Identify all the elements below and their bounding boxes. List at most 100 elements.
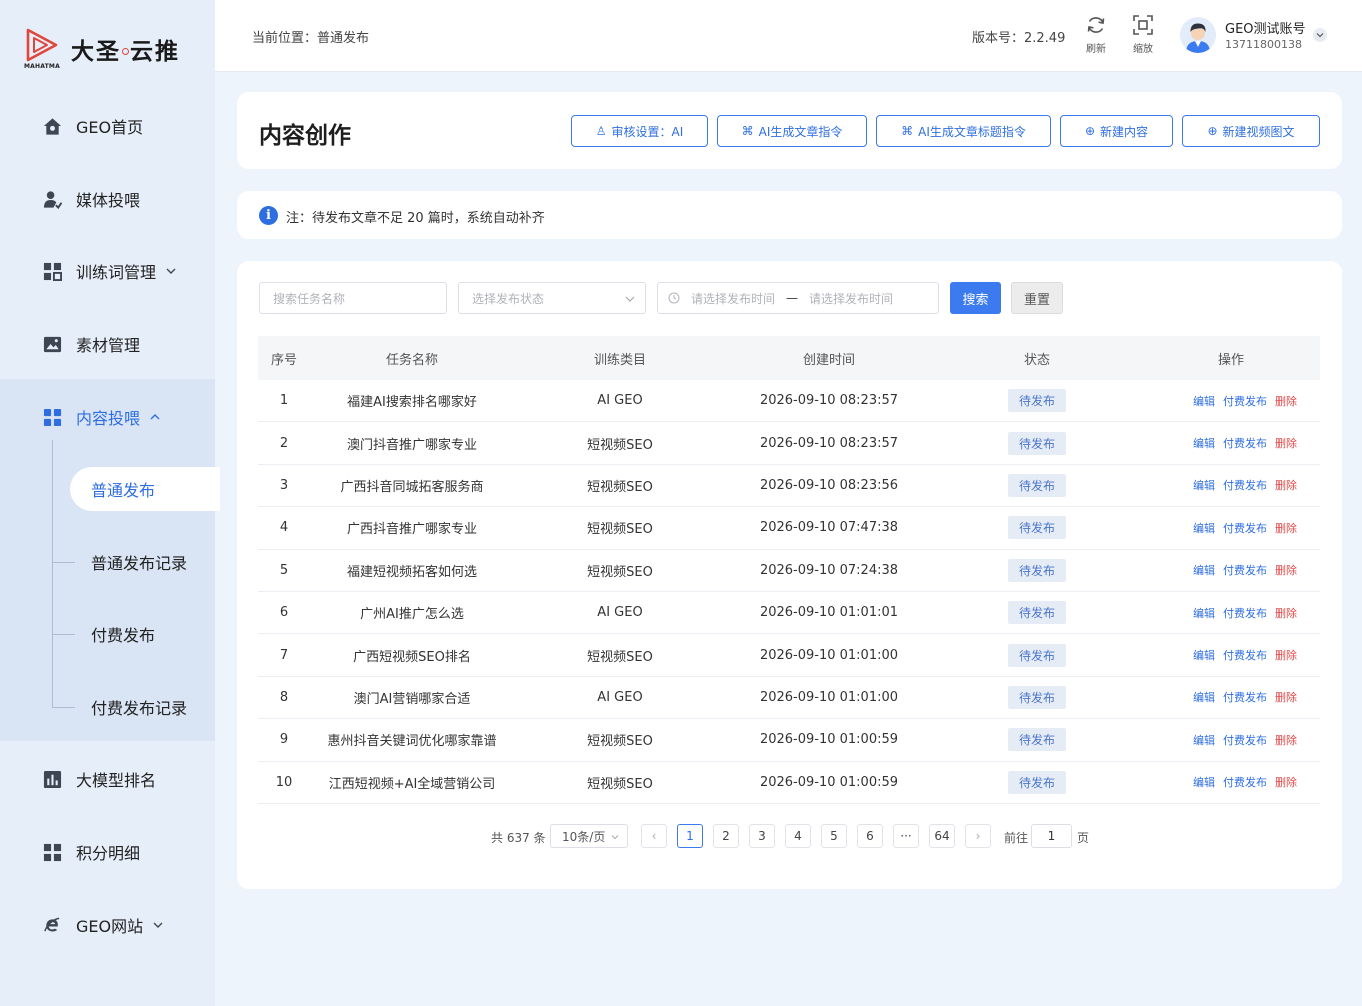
edit-link[interactable]: 编辑 [1193, 776, 1215, 789]
status-cell: 待发布 [932, 643, 1142, 667]
user-menu-toggle[interactable] [1313, 28, 1327, 42]
status-cell: 待发布 [932, 473, 1142, 497]
delete-link[interactable]: 删除 [1275, 437, 1297, 450]
paid-publish-link[interactable]: 付费发布 [1223, 437, 1267, 450]
prev-page-button[interactable]: ‹ [641, 824, 667, 848]
page-ellipsis-button[interactable]: ··· [893, 824, 919, 848]
ai-article-prompt-button[interactable]: ⌘ AI生成文章指令 [717, 115, 867, 147]
page-button[interactable]: 2 [713, 824, 739, 848]
page-button[interactable]: 64 [929, 824, 955, 848]
image-icon [43, 335, 62, 354]
edit-link[interactable]: 编辑 [1193, 691, 1215, 704]
status-cell: 待发布 [932, 516, 1142, 540]
sub-item-normal-publish-records[interactable]: 普通发布记录 [0, 540, 215, 584]
paid-publish-link[interactable]: 付费发布 [1223, 479, 1267, 492]
goto-suffix: 页 [1077, 831, 1090, 845]
sub-item-normal-publish[interactable]: 普通发布 [70, 467, 220, 511]
nav-item-geo-home[interactable]: GEO首页 [0, 106, 215, 146]
pagination: 共 637 条 10条/页 ‹ 1 2 3 4 5 6 ··· 64 › 前往 … [237, 824, 1342, 850]
training-category: 短视频SEO [587, 564, 653, 580]
chevron-down-icon [625, 296, 635, 302]
training-category: 短视频SEO [587, 734, 653, 750]
edit-link[interactable]: 编辑 [1193, 522, 1215, 535]
delete-link[interactable]: 删除 [1275, 564, 1297, 577]
edit-link[interactable]: 编辑 [1193, 607, 1215, 620]
zoom-button[interactable]: 缩放 [1126, 14, 1160, 58]
paid-publish-link[interactable]: 付费发布 [1223, 607, 1267, 620]
edit-link[interactable]: 编辑 [1193, 395, 1215, 408]
page-button[interactable]: 6 [857, 824, 883, 848]
paid-publish-link[interactable]: 付费发布 [1223, 564, 1267, 577]
actions-cell: 编辑 付费发布 删除 [1142, 605, 1320, 621]
actions-cell: 编辑 付费发布 删除 [1142, 774, 1320, 790]
training-category: 短视频SEO [587, 437, 653, 453]
reset-button[interactable]: 重置 [1011, 282, 1063, 314]
publish-status-select[interactable]: 选择发布状态 [458, 282, 646, 314]
page-button[interactable]: 5 [821, 824, 847, 848]
brand-name-part2: 云推 [130, 39, 180, 65]
plus-circle-icon: ⊕ [1207, 124, 1218, 138]
page-button[interactable]: 3 [749, 824, 775, 848]
delete-link[interactable]: 删除 [1275, 607, 1297, 620]
new-video-article-label: 新建视频图文 [1222, 124, 1295, 139]
nav-item-points[interactable]: 积分明细 [0, 832, 215, 872]
paid-publish-link[interactable]: 付费发布 [1223, 691, 1267, 704]
publish-date-range-picker[interactable]: 请选择发布时间 — 请选择发布时间 [657, 282, 939, 314]
task-name-search-input[interactable]: 搜索任务名称 [259, 282, 447, 314]
edit-link[interactable]: 编辑 [1193, 649, 1215, 662]
search-button[interactable]: 搜索 [950, 282, 1001, 314]
nav-item-geo-website[interactable]: GEO网站 [0, 905, 215, 945]
nav-item-materials[interactable]: 素材管理 [0, 324, 215, 364]
delete-link[interactable]: 删除 [1275, 479, 1297, 492]
ai-title-prompt-button[interactable]: ⌘ AI生成文章标题指令 [876, 115, 1051, 147]
nav-item-content-feed[interactable]: 内容投喂 [0, 397, 215, 437]
delete-link[interactable]: 删除 [1275, 395, 1297, 408]
task-name: 澳门AI营销哪家合适 [353, 691, 471, 707]
new-video-article-button[interactable]: ⊕ 新建视频图文 [1182, 115, 1320, 147]
edit-link[interactable]: 编辑 [1193, 437, 1215, 450]
task-name-placeholder: 搜索任务名称 [273, 291, 346, 306]
sub-item-label: 付费发布记录 [91, 699, 188, 718]
refresh-button[interactable]: 刷新 [1079, 14, 1113, 58]
created-time: 2026-09-10 01:01:01 [759, 605, 899, 621]
next-page-button[interactable]: › [965, 824, 991, 848]
status-badge: 待发布 [1007, 473, 1066, 497]
nav-item-media-feed[interactable]: 媒体投喂 [0, 179, 215, 219]
training-category: AI GEO [597, 605, 643, 621]
new-content-button[interactable]: ⊕ 新建内容 [1060, 115, 1173, 147]
edit-link[interactable]: 编辑 [1193, 564, 1215, 577]
paid-publish-link[interactable]: 付费发布 [1223, 776, 1267, 789]
table-body: 1 福建AI搜索排名哪家好 AI GEO 2026-09-10 08:23:57 待发布… [258, 380, 1320, 804]
sub-item-paid-publish-records[interactable]: 付费发布记录 [0, 685, 215, 729]
goto-page-input[interactable]: 1 [1031, 824, 1072, 848]
paid-publish-link[interactable]: 付费发布 [1223, 649, 1267, 662]
end-date-placeholder: 请选择发布时间 [809, 291, 894, 306]
delete-link[interactable]: 删除 [1275, 776, 1297, 789]
review-settings-button[interactable]: ♙ 审核设置：AI [571, 115, 708, 147]
page-size-select[interactable]: 10条/页 [550, 824, 628, 848]
paid-publish-link[interactable]: 付费发布 [1223, 522, 1267, 535]
user-phone: 13711800138 [1225, 38, 1302, 51]
status-cell: 待发布 [932, 558, 1142, 582]
avatar[interactable] [1180, 17, 1216, 53]
paid-publish-link[interactable]: 付费发布 [1223, 734, 1267, 747]
delete-link[interactable]: 删除 [1275, 691, 1297, 704]
edit-link[interactable]: 编辑 [1193, 734, 1215, 747]
paid-publish-link[interactable]: 付费发布 [1223, 395, 1267, 408]
delete-link[interactable]: 删除 [1275, 734, 1297, 747]
created-time: 2026-09-10 01:00:59 [759, 732, 899, 748]
delete-link[interactable]: 删除 [1275, 649, 1297, 662]
sub-item-paid-publish[interactable]: 付费发布 [0, 612, 215, 656]
row-number: 1 [279, 393, 289, 409]
training-category: AI GEO [597, 393, 643, 409]
nav-item-training-words[interactable]: 训练词管理 [0, 251, 215, 291]
task-name: 广西抖音推广哪家专业 [346, 522, 477, 538]
status-badge: 待发布 [1007, 685, 1066, 709]
page-button[interactable]: 4 [785, 824, 811, 848]
user-name[interactable]: GEO测试账号 [1225, 18, 1306, 37]
info-icon: i [259, 206, 278, 225]
nav-item-model-ranking[interactable]: 大模型排名 [0, 759, 215, 799]
edit-link[interactable]: 编辑 [1193, 479, 1215, 492]
page-button[interactable]: 1 [677, 824, 703, 848]
delete-link[interactable]: 删除 [1275, 522, 1297, 535]
